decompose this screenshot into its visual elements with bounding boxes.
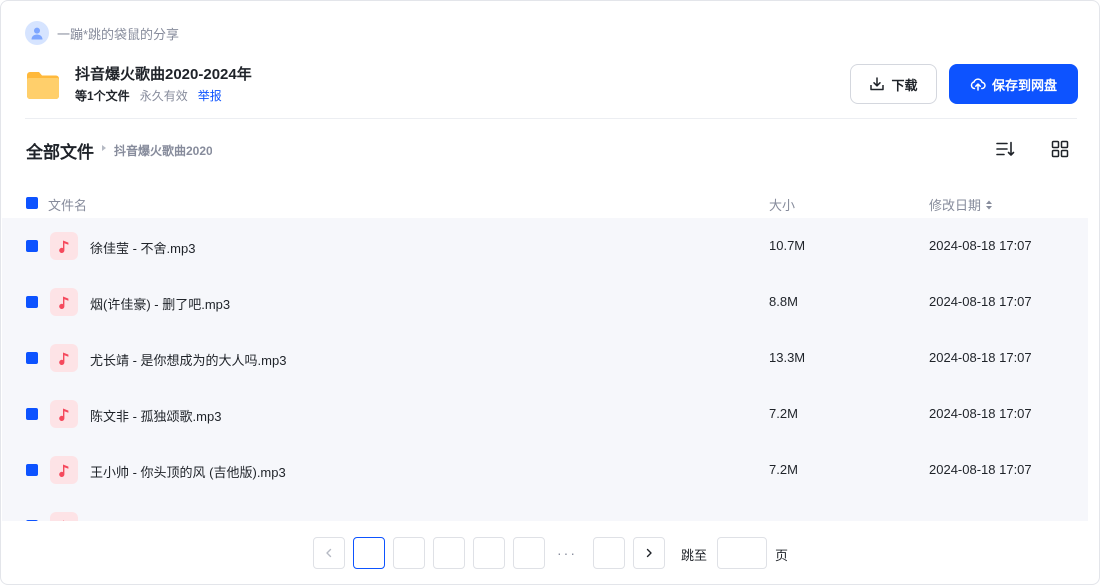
file-date: 2024-08-18 17:07 bbox=[929, 406, 1032, 421]
prev-page-button[interactable] bbox=[313, 537, 345, 569]
file-size: 7.2M bbox=[769, 406, 798, 421]
file-list: 徐佳莹 - 不舍.mp3 10.7M 2024-08-18 17:07 烟(许佳… bbox=[2, 218, 1088, 521]
page-button-current[interactable] bbox=[353, 537, 385, 569]
grid-view-icon[interactable] bbox=[1048, 137, 1072, 161]
save-to-drive-button[interactable]: 保存到网盘 bbox=[949, 64, 1078, 104]
divider bbox=[25, 118, 1077, 119]
column-name[interactable]: 文件名 bbox=[48, 195, 87, 214]
music-file-icon bbox=[50, 512, 78, 521]
share-page: 一蹦*跳的袋鼠的分享 抖音爆火歌曲2020-2024年 等1个文件 永久有效 举… bbox=[0, 0, 1100, 585]
chevron-right-icon bbox=[646, 548, 652, 558]
validity-text: 永久有效 bbox=[139, 89, 188, 103]
download-label: 下载 bbox=[891, 77, 918, 93]
music-file-icon bbox=[50, 400, 78, 428]
download-icon bbox=[870, 77, 885, 91]
jump-page-input[interactable] bbox=[717, 537, 767, 569]
page-button[interactable] bbox=[393, 537, 425, 569]
download-button[interactable]: 下载 bbox=[850, 64, 937, 104]
file-date: 2024-08-18 17:07 bbox=[929, 350, 1032, 365]
column-size[interactable]: 大小 bbox=[769, 195, 795, 214]
row-checkbox[interactable] bbox=[26, 352, 38, 364]
page-button[interactable] bbox=[433, 537, 465, 569]
table-row[interactable]: 烟(许佳豪) - 删了吧.mp3 8.8M 2024-08-18 17:07 bbox=[2, 274, 1088, 330]
file-date: 2024-08-18 17:07 bbox=[929, 238, 1032, 253]
row-checkbox[interactable] bbox=[26, 296, 38, 308]
column-date[interactable]: 修改日期 bbox=[929, 195, 993, 214]
file-name[interactable]: 尤长靖 - 是你想成为的大人吗.mp3 bbox=[90, 350, 286, 369]
music-file-icon bbox=[50, 456, 78, 484]
file-size: 10.7M bbox=[769, 238, 806, 253]
breadcrumb-root[interactable]: 全部文件 bbox=[26, 138, 94, 163]
report-link[interactable]: 举报 bbox=[198, 87, 222, 105]
file-name[interactable]: 陈文非 - 孤独颂歌.mp3 bbox=[90, 406, 221, 425]
page-button-last[interactable] bbox=[593, 537, 625, 569]
music-file-icon bbox=[50, 232, 78, 260]
cloud-upload-icon bbox=[970, 78, 986, 91]
user-avatar-icon bbox=[25, 21, 49, 45]
breadcrumb-separator-icon bbox=[102, 145, 106, 151]
table-row-partial[interactable] bbox=[2, 498, 1088, 521]
share-info: 抖音爆火歌曲2020-2024年 等1个文件 永久有效 举报 bbox=[25, 65, 252, 105]
file-size: 7.2M bbox=[769, 462, 798, 477]
page-button[interactable] bbox=[473, 537, 505, 569]
save-label: 保存到网盘 bbox=[991, 77, 1057, 93]
row-checkbox[interactable] bbox=[26, 240, 38, 252]
select-all-checkbox[interactable] bbox=[26, 197, 38, 209]
sort-icon[interactable] bbox=[993, 137, 1017, 161]
page-unit-label: 页 bbox=[775, 548, 789, 563]
music-file-icon bbox=[50, 288, 78, 316]
folder-icon bbox=[27, 72, 59, 99]
sort-arrows-icon bbox=[986, 200, 993, 209]
file-size: 8.8M bbox=[769, 294, 798, 309]
sharer-name: 一蹦*跳的袋鼠的分享 bbox=[57, 26, 180, 42]
share-title: 抖音爆火歌曲2020-2024年 bbox=[75, 66, 252, 83]
next-page-button[interactable] bbox=[633, 537, 665, 569]
file-date: 2024-08-18 17:07 bbox=[929, 462, 1032, 477]
row-checkbox[interactable] bbox=[26, 408, 38, 420]
page-button[interactable] bbox=[513, 537, 545, 569]
breadcrumb: 全部文件 抖音爆火歌曲2020 bbox=[26, 138, 212, 162]
file-size: 13.3M bbox=[769, 350, 806, 365]
chevron-left-icon bbox=[326, 548, 332, 558]
table-row[interactable]: 王小帅 - 你头顶的风 (吉他版).mp3 7.2M 2024-08-18 17… bbox=[2, 442, 1088, 498]
table-header: 文件名 大小 修改日期 bbox=[1, 189, 1099, 217]
breadcrumb-current: 抖音爆火歌曲2020 bbox=[114, 143, 212, 158]
file-count: 等1个文件 bbox=[75, 89, 130, 103]
table-row[interactable]: 尤长靖 - 是你想成为的大人吗.mp3 13.3M 2024-08-18 17:… bbox=[2, 330, 1088, 386]
row-checkbox[interactable] bbox=[26, 464, 38, 476]
pagination-ellipsis[interactable]: ··· bbox=[557, 545, 577, 561]
jump-to-label: 跳至 bbox=[681, 548, 708, 563]
row-checkbox[interactable] bbox=[26, 520, 38, 521]
sharer-info: 一蹦*跳的袋鼠的分享 bbox=[25, 21, 179, 45]
file-name[interactable]: 徐佳莹 - 不舍.mp3 bbox=[90, 238, 195, 257]
file-name[interactable]: 王小帅 - 你头顶的风 (吉他版).mp3 bbox=[90, 462, 286, 481]
file-date: 2024-08-18 17:07 bbox=[929, 294, 1032, 309]
table-row[interactable]: 陈文非 - 孤独颂歌.mp3 7.2M 2024-08-18 17:07 bbox=[2, 386, 1088, 442]
table-row[interactable]: 徐佳莹 - 不舍.mp3 10.7M 2024-08-18 17:07 bbox=[2, 218, 1088, 274]
column-date-label: 修改日期 bbox=[929, 198, 982, 213]
file-name[interactable]: 烟(许佳豪) - 删了吧.mp3 bbox=[90, 294, 230, 313]
music-file-icon bbox=[50, 344, 78, 372]
